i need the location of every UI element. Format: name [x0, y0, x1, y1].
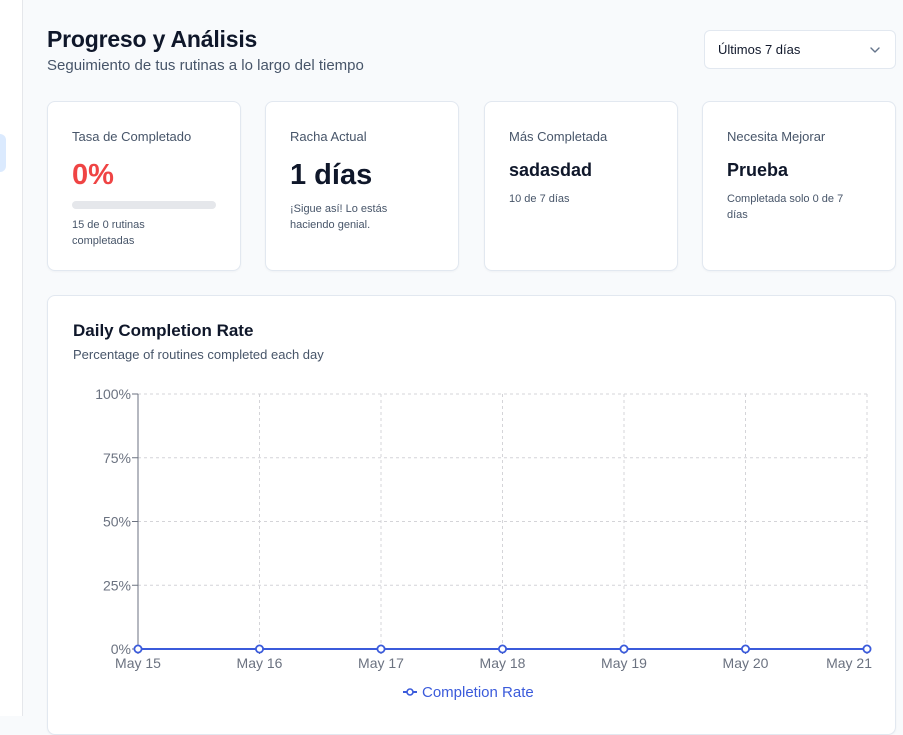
y-tick-label: 100% [95, 386, 131, 402]
completion-note-line: 15 de 0 rutinas [72, 219, 145, 231]
data-point [497, 644, 507, 654]
x-tick-label: May 17 [358, 655, 404, 671]
streak-note: ¡Sigue así! Lo estás haciendo genial. [290, 201, 434, 233]
most-completed-value: sadasdad [509, 160, 593, 180]
data-point [862, 644, 872, 654]
date-range-select[interactable]: Últimos 7 días [704, 30, 896, 69]
current-streak-label: Racha Actual [290, 129, 367, 144]
needs-improvement-note-line: días [727, 209, 748, 221]
daily-completion-chart-card: Daily Completion Rate Percentage of rout… [47, 295, 896, 735]
needs-improvement-label: Necesita Mejorar [727, 129, 826, 144]
needs-improvement-note: Completada solo 0 de 7 días [727, 191, 871, 223]
data-point [741, 644, 751, 654]
most-completed-note: 10 de 7 días [509, 193, 570, 205]
y-tick-label: 50% [103, 514, 131, 530]
streak-note-line: haciendo genial. [290, 219, 371, 231]
legend-point-marker [406, 688, 414, 696]
x-tick-label: May 15 [115, 655, 161, 671]
x-tick-label: May 19 [601, 655, 647, 671]
current-streak-card: Racha Actual 1 días ¡Sigue así! Lo estás… [265, 101, 459, 271]
y-tick-label: 25% [103, 577, 131, 593]
sidebar [0, 0, 23, 716]
data-point [619, 644, 629, 654]
most-completed-card: Más Completada sadasdad 10 de 7 días [484, 101, 678, 271]
needs-improvement-card: Necesita Mejorar Prueba Completada solo … [702, 101, 896, 271]
x-tick-label: May 16 [237, 655, 283, 671]
data-point [133, 644, 143, 654]
chevron-down-icon [870, 46, 880, 53]
most-completed-label: Más Completada [509, 129, 608, 144]
completion-rate-card: Tasa de Completado 0% 15 de 0 rutinas co… [47, 101, 241, 271]
page-subtitle: Seguimiento de tus rutinas a lo largo de… [47, 57, 364, 74]
completion-rate-value: 0% [72, 159, 114, 191]
streak-note-line: ¡Sigue así! Lo estás [290, 203, 388, 215]
data-point [254, 644, 264, 654]
completion-note-line: completadas [72, 235, 135, 247]
needs-improvement-value: Prueba [727, 160, 789, 180]
completion-note: 15 de 0 rutinas completadas [72, 217, 216, 249]
completion-progress-bar [72, 201, 216, 209]
current-streak-value: 1 días [290, 159, 373, 191]
data-point [376, 644, 386, 654]
legend-label: Completion Rate [422, 684, 534, 701]
x-tick-label: May 18 [480, 655, 526, 671]
x-tick-label: May 21 [826, 655, 872, 671]
completion-rate-label: Tasa de Completado [72, 129, 192, 144]
y-tick-label: 75% [103, 450, 131, 466]
page-title: Progreso y Análisis [47, 26, 258, 52]
sidebar-active-tab[interactable] [0, 134, 6, 172]
daily-completion-chart: 0%25%50%75%100%May 15 May 16 May 17 May 18 M… [95, 386, 872, 701]
needs-improvement-note-line: Completada solo 0 de 7 [727, 193, 844, 205]
x-tick-label: May 20 [723, 655, 769, 671]
date-range-value: Últimos 7 días [718, 42, 801, 57]
